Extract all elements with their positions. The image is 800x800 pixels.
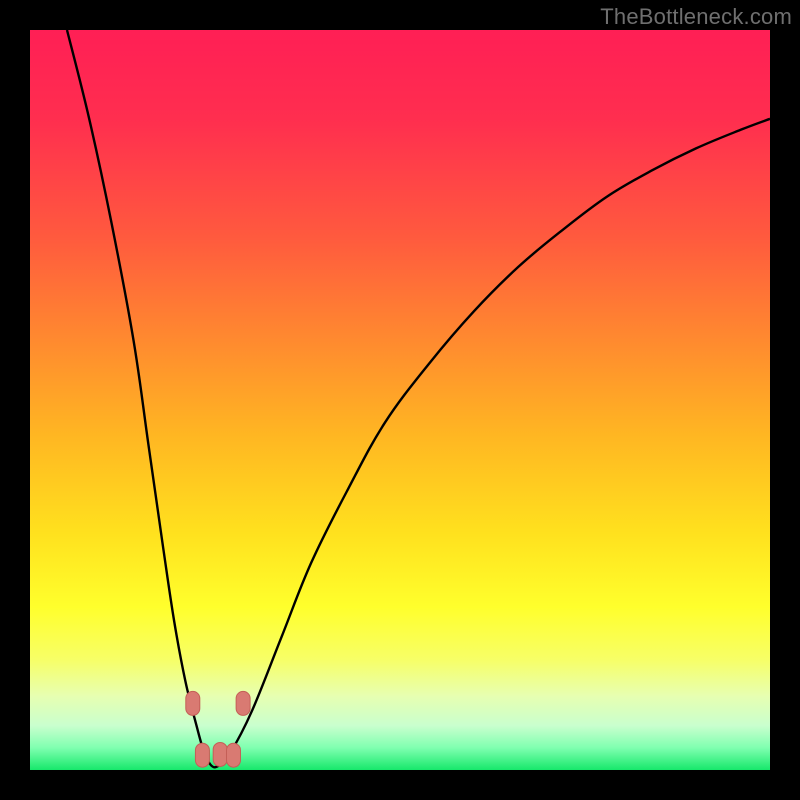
curve-marker — [186, 691, 200, 715]
chart-frame — [30, 30, 770, 770]
curve-marker — [236, 691, 250, 715]
curve-marker — [227, 743, 241, 767]
curve-marker — [213, 742, 227, 766]
watermark-text: TheBottleneck.com — [600, 4, 792, 30]
bottleneck-chart — [30, 30, 770, 770]
curve-marker — [195, 743, 209, 767]
